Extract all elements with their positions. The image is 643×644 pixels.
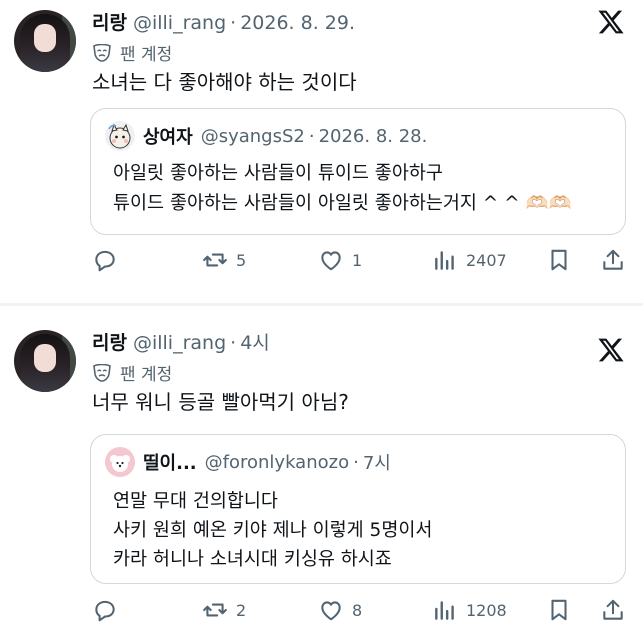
- like-button[interactable]: 8: [318, 597, 362, 623]
- quote-handle[interactable]: @syangsS2: [201, 126, 305, 147]
- x-logo-icon[interactable]: [597, 336, 625, 364]
- quote-text-line: 카라 허니나 소녀시대 키싱유 하시죠: [113, 549, 392, 570]
- separator-dot: ·: [230, 332, 237, 354]
- bookmark-button[interactable]: [546, 597, 572, 623]
- avatar[interactable]: [14, 330, 76, 392]
- quote-display-name[interactable]: 상여자: [143, 123, 193, 149]
- fan-account-badge: 팬 계정: [92, 360, 172, 385]
- reply-icon: [95, 600, 115, 622]
- display-name[interactable]: 리랑: [92, 328, 127, 355]
- tweet[interactable]: 리랑 @illi_rang · 2026. 8. 29. 팬 계정 소녀는 다 …: [0, 0, 643, 305]
- quote-header: 상여자 @syangsS2 · 2026. 8. 28.: [105, 121, 427, 151]
- quote-timestamp[interactable]: 2026. 8. 28.: [319, 126, 428, 147]
- timestamp[interactable]: 4시: [240, 328, 270, 355]
- tweet-header: 리랑 @illi_rang · 2026. 8. 29.: [92, 8, 355, 35]
- retweet-count: 2: [236, 600, 247, 620]
- mask-icon: [93, 363, 111, 382]
- quote-handle[interactable]: @foronlykanozo: [205, 452, 349, 473]
- fan-account-label: 팬 계정: [120, 365, 173, 385]
- retweet-icon: [203, 603, 227, 617]
- tweet-header: 리랑 @illi_rang · 4시: [92, 328, 270, 355]
- bookmark-button[interactable]: [546, 247, 572, 273]
- quote-display-name[interactable]: 띨이...: [143, 449, 197, 475]
- view-count: 2407: [466, 250, 507, 270]
- retweet-count: 5: [236, 250, 247, 270]
- like-icon: [321, 251, 341, 271]
- views-button[interactable]: 2407: [432, 247, 507, 273]
- tweet[interactable]: 리랑 @illi_rang · 4시 팬 계정 너무 워니 등골 빨아먹기 아님…: [0, 306, 643, 644]
- quote-text-line: 튜이드 좋아하는 사람들이 아일릿 좋아하는거지 ^ ^ 🫶🏻🫶🏻: [113, 193, 572, 214]
- like-icon: [321, 601, 341, 621]
- views-icon: [435, 251, 454, 270]
- reply-icon: [95, 250, 115, 272]
- handle[interactable]: @illi_rang: [133, 332, 226, 354]
- separator-dot: ·: [230, 12, 237, 34]
- dog-avatar-icon: [105, 447, 135, 477]
- fan-account-badge: 팬 계정: [92, 40, 172, 65]
- action-bar: 5 1 2407: [0, 247, 643, 277]
- separator-dot: ·: [308, 125, 315, 147]
- bookmark-icon: [551, 599, 567, 621]
- reply-button[interactable]: [92, 247, 118, 273]
- quote-text-line: 사키 원희 예온 키야 제나 이렇게 5명이서: [113, 520, 433, 541]
- tweet-text: 너무 워니 등골 빨아먹기 아님?: [92, 390, 349, 414]
- quote-avatar[interactable]: [105, 121, 135, 151]
- like-count: 1: [352, 250, 363, 270]
- mask-icon: [93, 43, 111, 62]
- fan-account-label: 팬 계정: [120, 45, 173, 65]
- x-logo-icon[interactable]: [597, 8, 625, 36]
- quote-text-line: 연말 무대 건의합니다: [113, 491, 278, 512]
- tweet-text: 소녀는 다 좋아해야 하는 것이다: [92, 70, 357, 94]
- retweet-button[interactable]: 5: [202, 247, 246, 273]
- quote-avatar[interactable]: [105, 447, 135, 477]
- retweet-icon: [203, 253, 227, 267]
- bookmark-icon: [551, 249, 567, 271]
- like-button[interactable]: 1: [318, 247, 362, 273]
- share-button[interactable]: [600, 597, 626, 623]
- quoted-tweet[interactable]: 띨이... @foronlykanozo · 7시 연말 무대 건의합니다 사키…: [90, 434, 626, 584]
- separator-dot: ·: [353, 451, 359, 473]
- display-name[interactable]: 리랑: [92, 8, 127, 35]
- share-button[interactable]: [600, 247, 626, 273]
- quote-header: 띨이... @foronlykanozo · 7시: [105, 447, 391, 477]
- avatar[interactable]: [14, 10, 76, 72]
- like-count: 8: [352, 600, 363, 620]
- timestamp[interactable]: 2026. 8. 29.: [240, 12, 355, 34]
- cat-avatar-icon: [108, 123, 131, 149]
- quote-text-line: 아일릿 좋아하는 사람들이 튜이드 좋아하구: [113, 163, 443, 184]
- quoted-tweet[interactable]: 상여자 @syangsS2 · 2026. 8. 28. 아일릿 좋아하는 사람…: [90, 108, 626, 235]
- action-bar: 2 8 1208: [0, 597, 643, 627]
- quote-timestamp[interactable]: 7시: [363, 449, 391, 475]
- view-count: 1208: [466, 600, 507, 620]
- share-icon: [603, 249, 623, 270]
- reply-button[interactable]: [92, 597, 118, 623]
- handle[interactable]: @illi_rang: [133, 12, 226, 34]
- views-icon: [435, 601, 454, 620]
- views-button[interactable]: 1208: [432, 597, 507, 623]
- share-icon: [603, 599, 623, 620]
- retweet-button[interactable]: 2: [202, 597, 246, 623]
